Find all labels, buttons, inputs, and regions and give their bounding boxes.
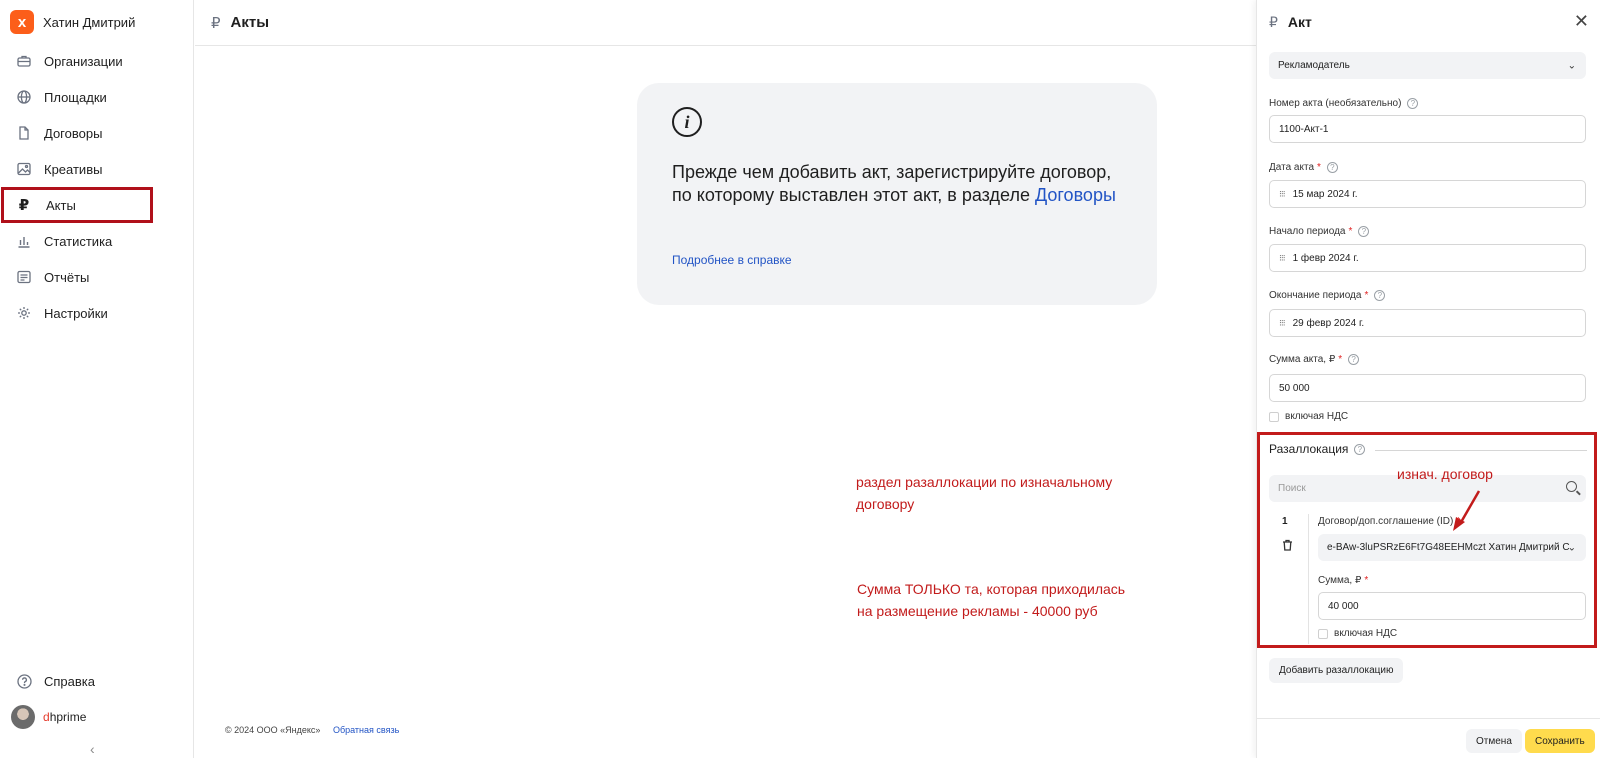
sidebar-item-contracts[interactable]: Договоры xyxy=(0,115,194,151)
sidebar-item-acts[interactable]: ₽ Акты xyxy=(1,187,153,223)
sidebar-item-label: Договоры xyxy=(44,125,103,141)
contracts-link[interactable]: Договоры xyxy=(1035,185,1116,205)
panel-footer: Отмена Сохранить xyxy=(1257,718,1600,758)
sidebar-bottom: Справка dhprime xyxy=(0,664,194,734)
checkbox[interactable] xyxy=(1318,628,1328,639)
sidebar-item-label: Организации xyxy=(44,53,123,69)
trash-icon[interactable] xyxy=(1282,539,1293,554)
page-header: ₽ Акты xyxy=(195,0,1256,46)
avatar xyxy=(11,704,35,729)
sidebar-item-reports[interactable]: Отчёты xyxy=(0,259,194,295)
feedback-link[interactable]: Обратная связь xyxy=(333,725,399,735)
divider xyxy=(1308,514,1309,644)
info-icon: i xyxy=(672,107,702,137)
act-panel: ₽ Акт ✕ Рекламодатель ⌄ Номер акта (необ… xyxy=(1256,0,1600,758)
contract-label: Договор/доп.соглашение (ID) * xyxy=(1318,516,1461,527)
contract-select[interactable]: e-BAw-3luPSRzE6Ft7G48EEHMczt Хатин Дмитр… xyxy=(1318,534,1586,561)
bar-chart-icon xyxy=(16,233,32,249)
globe-icon xyxy=(16,89,32,105)
annotation-realloc: раздел разаллокации по изначальному дого… xyxy=(856,474,1113,512)
ruble-icon: ₽ xyxy=(18,197,30,214)
account-login: dhprime xyxy=(43,709,87,724)
sidebar-item-label: Площадки xyxy=(44,89,107,105)
sidebar-item-creatives[interactable]: Креативы xyxy=(0,151,194,187)
sidebar-item-settings[interactable]: Настройки xyxy=(0,295,194,331)
app-window: x Хатин Дмитрий Организации Площадки Дог… xyxy=(0,0,1600,758)
sidebar-item-label: Настройки xyxy=(44,305,108,321)
report-icon xyxy=(16,269,32,285)
sidebar-item-label: Отчёты xyxy=(44,269,90,285)
copyright: © 2024 ООО «Яндекс» xyxy=(225,725,321,735)
sidebar: x Хатин Дмитрий Организации Площадки Дог… xyxy=(0,0,194,758)
save-button[interactable]: Сохранить xyxy=(1525,729,1595,753)
sidebar-item-label: Акты xyxy=(46,197,76,213)
sidebar-item-label: Справка xyxy=(44,674,95,689)
image-icon xyxy=(16,161,32,177)
ruble-icon: ₽ xyxy=(211,14,221,32)
cancel-button[interactable]: Отмена xyxy=(1466,729,1522,753)
main-nav: Организации Площадки Договоры Креативы ₽… xyxy=(0,43,194,331)
document-icon xyxy=(16,125,32,141)
sidebar-item-platforms[interactable]: Площадки xyxy=(0,79,194,115)
row-number: 1 xyxy=(1282,516,1288,527)
info-card: i Прежде чем добавить акт, зарегистрируй… xyxy=(637,83,1157,305)
main-content: ₽ Акты i Прежде чем добавить акт, зареги… xyxy=(195,0,1256,758)
collapse-sidebar-icon[interactable]: ‹ xyxy=(90,741,95,757)
sidebar-item-label: Креативы xyxy=(44,161,103,177)
realloc-sum-field[interactable]: 40 000 xyxy=(1318,592,1586,620)
annotation-amount: Сумма ТОЛЬКО та, которая приходилась на … xyxy=(857,581,1126,619)
chevron-down-icon: ⌄ xyxy=(1567,542,1576,553)
realloc-sum-label: Сумма, ₽ * xyxy=(1318,575,1369,586)
sidebar-item-label: Статистика xyxy=(44,233,113,249)
add-realloc-button[interactable]: Добавить разаллокацию xyxy=(1269,658,1404,683)
footer: © 2024 ООО «Яндекс» Обратная связь xyxy=(225,725,399,735)
help-icon xyxy=(16,674,32,690)
user-name: Хатин Дмитрий xyxy=(43,14,136,30)
account-menu[interactable]: dhprime xyxy=(0,699,194,734)
info-message: Прежде чем добавить акт, зарегистрируйте… xyxy=(672,162,1116,205)
app-logo: x xyxy=(10,10,34,34)
page-title: Акты xyxy=(230,14,270,31)
briefcase-icon xyxy=(16,53,32,69)
gear-icon xyxy=(16,305,32,321)
help-link[interactable]: Подробнее в справке xyxy=(672,253,792,267)
sidebar-item-statistics[interactable]: Статистика xyxy=(0,223,194,259)
sidebar-item-organizations[interactable]: Организации xyxy=(0,43,194,79)
annotation-arrow-icon xyxy=(1453,490,1481,531)
realloc-vat-checkbox[interactable]: включая НДС xyxy=(1318,628,1397,639)
sidebar-item-help[interactable]: Справка xyxy=(0,664,194,699)
user-profile[interactable]: x Хатин Дмитрий xyxy=(10,8,135,36)
